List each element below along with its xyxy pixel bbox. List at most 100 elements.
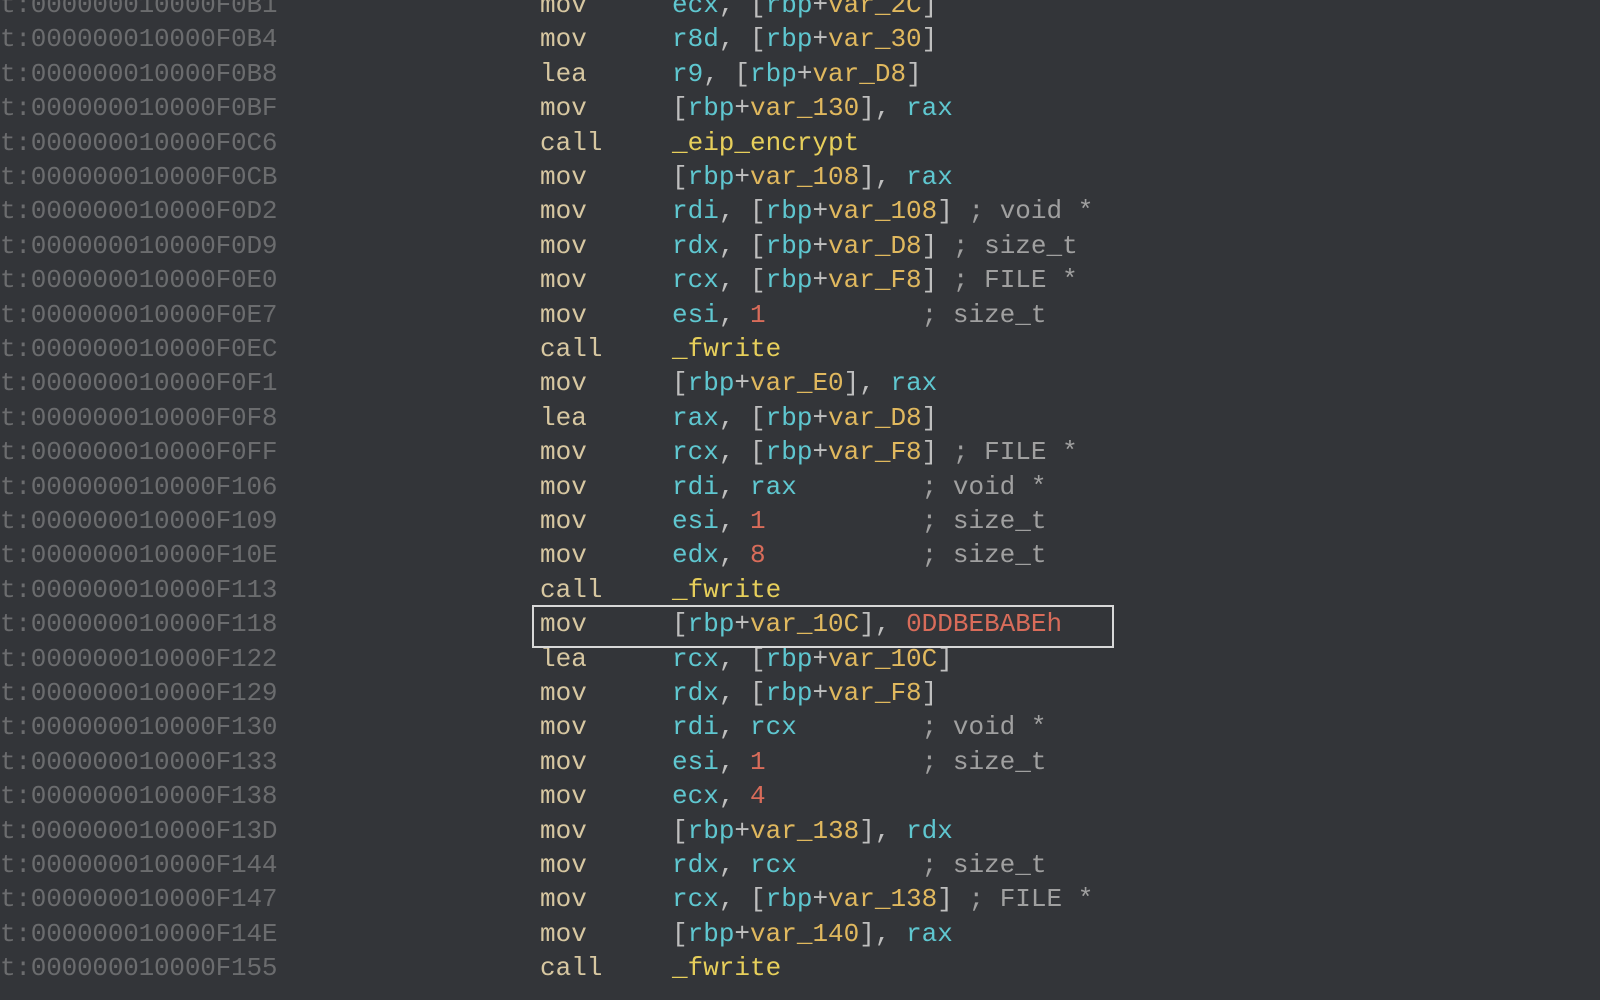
instruction[interactable]: movedx, 8 ; size_t xyxy=(540,538,1047,572)
token-punc: ] xyxy=(906,59,922,89)
address: t:000000010000F0BF xyxy=(0,91,265,125)
instruction[interactable]: movrcx, [rbp+var_F8] ; FILE * xyxy=(540,263,1078,297)
token-reg: rbp xyxy=(766,24,813,54)
token-reg: r9 xyxy=(672,59,703,89)
disasm-line[interactable]: t:000000010000F155call_fwrite xyxy=(0,951,781,985)
instruction[interactable]: movrcx, [rbp+var_F8] ; FILE * xyxy=(540,435,1078,469)
disasm-line[interactable]: t:000000010000F118mov[rbp+var_10C], 0DDB… xyxy=(0,607,1062,641)
address: t:000000010000F106 xyxy=(0,470,265,504)
token-reg: rbp xyxy=(688,162,735,192)
disasm-line[interactable]: t:000000010000F130movrdi, rcx ; void * xyxy=(0,710,1047,744)
instruction[interactable]: mov[rbp+var_140], rax xyxy=(540,917,953,951)
instruction[interactable]: learcx, [rbp+var_10C] xyxy=(540,642,953,676)
instruction[interactable]: mov[rbp+var_E0], rax xyxy=(540,366,937,400)
instruction[interactable]: movecx, 4 xyxy=(540,779,766,813)
instruction[interactable]: call_eip_encrypt xyxy=(540,126,859,160)
gutter-gap xyxy=(265,814,540,848)
mnemonic: call xyxy=(540,332,672,366)
gutter-gap xyxy=(265,745,540,779)
instruction[interactable]: mov[rbp+var_130], rax xyxy=(540,91,953,125)
instruction[interactable]: mov[rbp+var_10C], 0DDBEBABEh xyxy=(540,607,1062,641)
disasm-line[interactable]: t:000000010000F10Emovedx, 8 ; size_t xyxy=(0,538,1047,572)
disasm-line[interactable]: t:000000010000F0ECcall_fwrite xyxy=(0,332,781,366)
instruction[interactable]: call_fwrite xyxy=(540,573,781,607)
token-reg: rcx xyxy=(750,712,797,742)
disasm-line[interactable]: t:000000010000F13Dmov[rbp+var_138], rdx xyxy=(0,814,953,848)
instruction[interactable]: movesi, 1 ; size_t xyxy=(540,745,1047,779)
token-reg: rdx xyxy=(906,816,953,846)
token-cmt: ; size_t xyxy=(953,231,1078,261)
gutter-gap xyxy=(265,366,540,400)
disasm-line[interactable]: t:000000010000F0FFmovrcx, [rbp+var_F8] ;… xyxy=(0,435,1078,469)
disasm-line[interactable]: t:000000010000F0F8learax, [rbp+var_D8] xyxy=(0,401,937,435)
gutter-gap xyxy=(265,538,540,572)
instruction[interactable]: learax, [rbp+var_D8] xyxy=(540,401,937,435)
gutter-gap xyxy=(265,470,540,504)
address: t:000000010000F14E xyxy=(0,917,265,951)
instruction[interactable]: movrdx, rcx ; size_t xyxy=(540,848,1047,882)
disasm-line[interactable]: t:000000010000F0E7movesi, 1 ; size_t xyxy=(0,298,1047,332)
disasm-line[interactable]: t:000000010000F106 movrdi, rax ; void * xyxy=(0,470,1047,504)
disasm-line[interactable]: t:000000010000F113call_fwrite xyxy=(0,573,781,607)
token-reg: rbp xyxy=(688,609,735,639)
instruction[interactable]: movrdi, rax ; void * xyxy=(540,470,1047,504)
token-reg: rdi xyxy=(672,712,719,742)
instruction[interactable]: call_fwrite xyxy=(540,951,781,985)
instruction[interactable]: movrdi, rcx ; void * xyxy=(540,710,1047,744)
disasm-line[interactable]: t:000000010000F0E0movrcx, [rbp+var_F8] ;… xyxy=(0,263,1078,297)
instruction[interactable]: movrdx, [rbp+var_F8] xyxy=(540,676,937,710)
token-punc: ] xyxy=(937,884,968,914)
token-reg: rax xyxy=(672,403,719,433)
operands: rdx, [rbp+var_F8] xyxy=(672,676,937,710)
gutter-gap xyxy=(265,194,540,228)
disasm-line[interactable]: t:000000010000F129movrdx, [rbp+var_F8] xyxy=(0,676,937,710)
token-reg: rbp xyxy=(766,196,813,226)
instruction[interactable]: mov[rbp+var_138], rdx xyxy=(540,814,953,848)
disasm-line[interactable]: t:000000010000F109movesi, 1 ; size_t xyxy=(0,504,1047,538)
instruction[interactable]: movecx, [rbp+var_2C] xyxy=(540,0,937,22)
disasm-line[interactable]: t:000000010000F138movecx, 4 xyxy=(0,779,766,813)
instruction[interactable]: movrcx, [rbp+var_138] ; FILE * xyxy=(540,882,1093,916)
mnemonic: mov xyxy=(540,470,672,504)
token-punc: , xyxy=(719,712,750,742)
token-punc: [ xyxy=(672,368,688,398)
instruction[interactable]: call_fwrite xyxy=(540,332,781,366)
token-reg: ecx xyxy=(672,781,719,811)
gutter-gap xyxy=(265,504,540,538)
disassembly-view[interactable]: t:000000010000F0B1movecx, [rbp+var_2C]t:… xyxy=(0,0,1600,1000)
disasm-line[interactable]: t:000000010000F14E mov[rbp+var_140], rax xyxy=(0,917,953,951)
disasm-line[interactable]: t:000000010000F0B8lear9, [rbp+var_D8] xyxy=(0,57,922,91)
disasm-line[interactable]: t:000000010000F0F1mov[rbp+var_E0], rax xyxy=(0,366,937,400)
instruction[interactable]: mov[rbp+var_108], rax xyxy=(540,160,953,194)
token-punc xyxy=(766,747,922,777)
token-reg: rax xyxy=(750,472,797,502)
disasm-line[interactable]: t:000000010000F133movesi, 1 ; size_t xyxy=(0,745,1047,779)
instruction[interactable]: movrdi, [rbp+var_108] ; void * xyxy=(540,194,1093,228)
instruction[interactable]: movrdx, [rbp+var_D8] ; size_t xyxy=(540,229,1078,263)
instruction[interactable]: movesi, 1 ; size_t xyxy=(540,504,1047,538)
disasm-line[interactable]: t:000000010000F122learcx, [rbp+var_10C] xyxy=(0,642,953,676)
token-punc: [ xyxy=(672,919,688,949)
address: t:000000010000F0C6 xyxy=(0,126,265,160)
instruction[interactable]: lear9, [rbp+var_D8] xyxy=(540,57,922,91)
disasm-line[interactable]: t:000000010000F0C6 call_eip_encrypt xyxy=(0,126,859,160)
mnemonic: lea xyxy=(540,642,672,676)
disasm-line[interactable]: t:000000010000F147movrcx, [rbp+var_138] … xyxy=(0,882,1093,916)
disasm-line[interactable]: t:000000010000F144movrdx, rcx ; size_t xyxy=(0,848,1047,882)
token-var: var_138 xyxy=(828,884,937,914)
gutter-gap xyxy=(265,160,540,194)
gutter-gap xyxy=(265,676,540,710)
disasm-line[interactable]: t:000000010000F0D2movrdi, [rbp+var_108] … xyxy=(0,194,1093,228)
gutter-gap xyxy=(265,642,540,676)
disasm-line[interactable]: t:000000010000F0B1movecx, [rbp+var_2C] xyxy=(0,0,937,22)
disasm-line[interactable]: t:000000010000F0D9movrdx, [rbp+var_D8] ;… xyxy=(0,229,1078,263)
token-punc: + xyxy=(812,678,828,708)
disasm-line[interactable]: t:000000010000F0CBmov[rbp+var_108], rax xyxy=(0,160,953,194)
disasm-line[interactable]: t:000000010000F0BF mov[rbp+var_130], rax xyxy=(0,91,953,125)
token-punc: , [ xyxy=(719,644,766,674)
disasm-line[interactable]: t:000000010000F0B4movr8d, [rbp+var_30] xyxy=(0,22,937,56)
token-var: var_138 xyxy=(750,816,859,846)
instruction[interactable]: movr8d, [rbp+var_30] xyxy=(540,22,937,56)
instruction[interactable]: movesi, 1 ; size_t xyxy=(540,298,1047,332)
token-punc: ] xyxy=(937,196,968,226)
